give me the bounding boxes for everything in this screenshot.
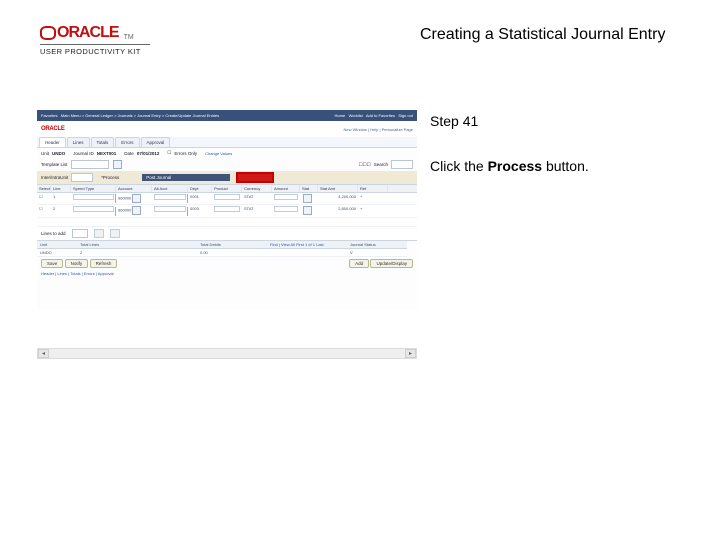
totals-grid: UnitTotal LinesTotal DebitsFind | View A… <box>37 240 417 257</box>
app-template-row: Template List ☐☐☐ Search <box>37 158 417 171</box>
step-number: Step 41 <box>430 113 478 129</box>
instruction-post: button. <box>542 158 589 174</box>
grid-row-2: ☐29600000003STAT2,800.000+ <box>37 205 417 217</box>
instruction-bold: Process <box>488 158 542 174</box>
grid-blank-row <box>37 218 417 227</box>
app-oracle-logo: ORACLE <box>41 126 65 132</box>
lookup-icon[interactable] <box>113 160 122 169</box>
instruction-pre: Click the <box>430 158 488 174</box>
grid-row-1: ☐19600000001STAT4,200.000+ <box>37 193 417 205</box>
screenshot-hscrollbar[interactable]: ◂ ▸ <box>37 348 417 359</box>
topbar-right: Home Worklist Add to Favorites Sign out <box>335 113 413 118</box>
lines-to-add-row: Lines to add <box>37 227 417 240</box>
tab-approval[interactable]: Approval <box>141 137 171 147</box>
interunit-input[interactable] <box>71 173 93 182</box>
app-process-row: Inter/IntraUnit *ProcessPost Journal <box>37 171 417 184</box>
brand-oracle-text: ORACLE <box>57 24 119 42</box>
tab-errors[interactable]: Errors <box>115 137 139 147</box>
app-id-row: Unit UNDO Journal ID NEXT001 Date 07/01/… <box>37 148 417 158</box>
search-input[interactable] <box>391 160 413 169</box>
app-tabs: Header Lines Totals Errors Approval <box>37 137 417 148</box>
update-display-button[interactable]: Update/Display <box>370 259 413 268</box>
process-button[interactable] <box>238 174 272 181</box>
tab-totals[interactable]: Totals <box>91 137 115 147</box>
app-window-links: New Window | Help | Personalize Page <box>344 127 413 132</box>
brand-divider <box>40 44 150 45</box>
save-button[interactable]: Save <box>41 259 63 268</box>
notify-button[interactable]: Notify <box>65 259 89 268</box>
app-brand-row: ORACLE New Window | Help | Personalize P… <box>37 121 417 137</box>
scroll-left-icon[interactable]: ◂ <box>38 349 49 358</box>
brand-tm: TM <box>124 34 134 41</box>
page-title: Creating a Statistical Journal Entry <box>420 26 690 44</box>
app-topbar: Favorites Main Menu > General Ledger > J… <box>37 110 417 121</box>
refresh-button[interactable]: Refresh <box>90 259 118 268</box>
instruction-text: Click the Process button. <box>430 158 589 174</box>
add-line-icon[interactable] <box>94 229 104 238</box>
footer-tabs-link[interactable]: Header | Lines | Totals | Errors | Appro… <box>37 270 417 277</box>
breadcrumb: Favorites Main Menu > General Ledger > J… <box>41 113 219 118</box>
app-screenshot: Favorites Main Menu > General Ledger > J… <box>37 110 417 310</box>
scroll-right-icon[interactable]: ▸ <box>405 349 416 358</box>
add-button[interactable]: Add <box>349 259 369 268</box>
process-select[interactable]: Post Journal <box>142 174 230 181</box>
footer-buttons-row: Save Notify Refresh Add Update/Display <box>37 257 417 270</box>
brand-oracle: ORACLE <box>40 24 119 42</box>
grid-header: SelectLineSpeed TypeAccountAlt AcctDeptP… <box>37 184 417 193</box>
lines-add-input[interactable] <box>72 229 88 238</box>
template-input[interactable] <box>71 160 109 169</box>
tab-header[interactable]: Header <box>39 137 66 147</box>
brand-logo-block: ORACLE TM USER PRODUCTIVITY KIT <box>40 24 150 56</box>
delete-line-icon[interactable] <box>110 229 120 238</box>
brand-subtitle: USER PRODUCTIVITY KIT <box>40 47 150 56</box>
tab-lines[interactable]: Lines <box>67 137 90 147</box>
